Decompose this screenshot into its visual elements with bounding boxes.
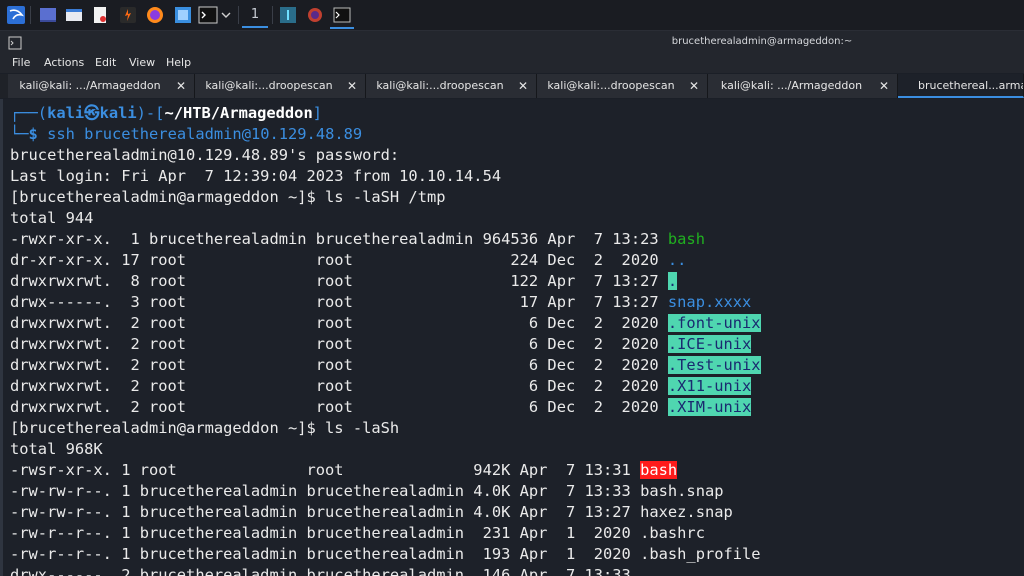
close-icon[interactable]: ✕	[689, 74, 699, 98]
task-terminal-icon[interactable]	[330, 3, 354, 29]
listing-row: drwxrwxrwt. 2 root root 6 Dec 2 2020 .IC…	[10, 335, 752, 353]
menu-file[interactable]: File	[12, 53, 30, 73]
show-desktop-icon[interactable]	[36, 3, 60, 27]
window-title: brucetherealadmin@armageddon:~	[671, 36, 853, 47]
total-line: total 968K	[10, 440, 103, 458]
ls-tmp-command: [brucetherealadmin@armageddon ~]$ ls -la…	[10, 188, 446, 206]
tab-label: brucethereal...armageddon	[918, 79, 1023, 92]
tab-label: kali@kali:...droopescan	[376, 79, 504, 92]
tab-2[interactable]: kali@kali:...droopescan ✕	[195, 74, 366, 98]
menu-bar: File Actions Edit View Help	[0, 53, 1024, 73]
command-line: └─$ ssh brucetherealadmin@10.129.48.89	[10, 125, 363, 143]
tab-5[interactable]: kali@kali: .../Armageddon ✕	[708, 74, 898, 98]
listing-row: drwxrwxrwt. 2 root root 6 Dec 2 2020 .X1…	[10, 377, 752, 395]
tab-4[interactable]: kali@kali:...droopescan ✕	[537, 74, 708, 98]
tab-label: kali@kali: .../Armageddon	[19, 79, 161, 92]
task-firefox-icon[interactable]	[303, 3, 327, 27]
close-icon[interactable]: ✕	[176, 74, 186, 98]
taskbar: 1	[0, 0, 1024, 31]
firefox-icon[interactable]	[143, 3, 167, 27]
listing-row: -rwxr-xr-x. 1 brucetherealadmin brucethe…	[10, 230, 705, 248]
close-icon[interactable]: ✕	[518, 74, 528, 98]
listing-row: dr-xr-xr-x. 17 root root 224 Dec 2 2020 …	[10, 251, 687, 269]
text-editor-icon[interactable]	[88, 3, 112, 27]
listing-row: -rw-rw-r--. 1 brucetherealadmin brucethe…	[10, 503, 733, 521]
tab-label: kali@kali:...droopescan	[547, 79, 675, 92]
menu-view[interactable]: View	[129, 53, 155, 73]
kali-menu-icon[interactable]	[4, 3, 28, 27]
menu-edit[interactable]: Edit	[95, 53, 116, 73]
prompt-line: ┌──(kali㉿kali)-[~/HTB/Armageddon]	[10, 104, 322, 122]
listing-row: drwxrwxrwt. 2 root root 6 Dec 2 2020 .XI…	[10, 398, 752, 416]
tab-6-active[interactable]: brucethereal...armageddon	[898, 74, 1024, 98]
listing-row: -rwsr-xr-x. 1 root root 942K Apr 7 13:31…	[10, 461, 678, 479]
tab-bar: kali@kali: .../Armageddon ✕ kali@kali:..…	[0, 74, 1024, 98]
listing-row: -rw-r--r--. 1 brucetherealadmin brucethe…	[10, 524, 705, 542]
total-line: total 944	[10, 209, 94, 227]
listing-row: drwxrwxrwt. 8 root root 122 Apr 7 13:27 …	[10, 272, 678, 290]
tab-label: kali@kali: .../Armageddon	[720, 79, 863, 92]
workspace-1[interactable]: 1	[242, 2, 268, 28]
close-icon[interactable]: ✕	[879, 74, 889, 98]
password-line: brucetherealadmin@10.129.48.89's passwor…	[10, 146, 400, 164]
window-titlebar[interactable]: brucetherealadmin@armageddon:~	[0, 31, 1024, 53]
listing-row: drwx------. 3 root root 17 Apr 7 13:27 s…	[10, 293, 752, 311]
task-app-icon[interactable]	[276, 3, 300, 27]
tab-3[interactable]: kali@kali:...droopescan ✕	[366, 74, 537, 98]
file-manager-icon[interactable]	[62, 3, 86, 27]
tab-label: kali@kali:...droopescan	[205, 79, 333, 92]
ls-home-command: [brucetherealadmin@armageddon ~]$ ls -la…	[10, 419, 400, 437]
last-login-line: Last login: Fri Apr 7 12:39:04 2023 from…	[10, 167, 502, 185]
listing-row: drwxrwxrwt. 2 root root 6 Dec 2 2020 .Te…	[10, 356, 761, 374]
menu-help[interactable]: Help	[166, 53, 191, 73]
burp-suite-icon[interactable]	[116, 3, 140, 27]
terminal-output[interactable]: ┌──(kali㉿kali)-[~/HTB/Armageddon] └─$ ss…	[0, 99, 1024, 576]
listing-row: drwxrwxrwt. 2 root root 6 Dec 2 2020 .fo…	[10, 314, 761, 332]
app-window-icon[interactable]	[171, 3, 195, 27]
listing-row: -rw-r--r--. 1 brucetherealadmin brucethe…	[10, 545, 761, 563]
listing-row: drwx------. 2 brucetherealadmin brucethe…	[10, 566, 631, 576]
chevron-down-icon[interactable]	[219, 3, 233, 27]
close-icon[interactable]: ✕	[347, 74, 357, 98]
listing-row: -rw-rw-r--. 1 brucetherealadmin brucethe…	[10, 482, 724, 500]
terminal-launcher-icon[interactable]	[196, 3, 220, 27]
menu-actions[interactable]: Actions	[44, 53, 84, 73]
tab-1[interactable]: kali@kali: .../Armageddon ✕	[8, 74, 195, 98]
terminal-left-border	[0, 99, 3, 576]
